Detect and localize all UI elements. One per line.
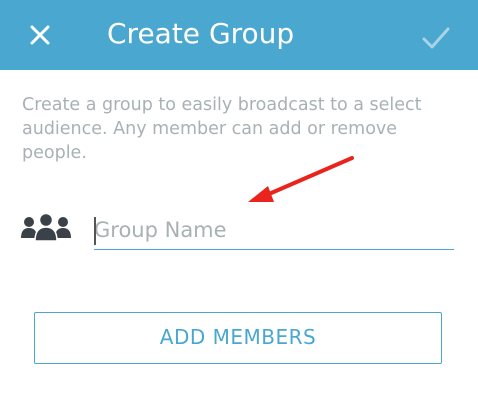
text-cursor (94, 217, 96, 245)
confirm-button[interactable] (418, 20, 454, 56)
description-text: Create a group to easily broadcast to a … (22, 95, 422, 163)
checkmark-icon (422, 27, 450, 49)
page-title: Create Group (107, 17, 295, 50)
group-name-input[interactable] (94, 212, 454, 250)
add-members-button[interactable]: ADD MEMBERS (34, 312, 442, 364)
app-header: Create Group (0, 0, 478, 70)
group-icon (20, 212, 72, 242)
close-icon (30, 25, 50, 45)
close-button[interactable] (22, 17, 58, 53)
